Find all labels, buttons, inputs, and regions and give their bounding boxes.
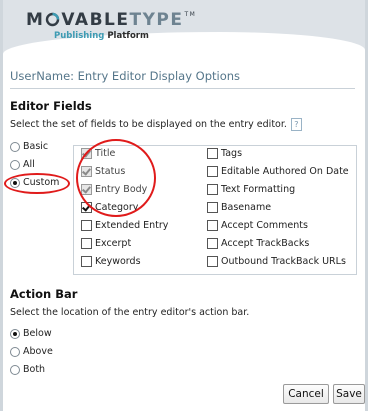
field-accept-comments-label: Accept Comments xyxy=(221,219,308,231)
help-icon[interactable]: ? xyxy=(290,118,302,131)
field-excerpt-label: Excerpt xyxy=(95,237,132,249)
field-extended-entry[interactable]: Extended Entry xyxy=(81,218,168,232)
action-bar-description: Select the location of the entry editor'… xyxy=(10,307,250,318)
app-header: M VABLE TYPE TM Publishing Platform xyxy=(3,0,365,60)
field-accept-trackbacks-label: Accept TrackBacks xyxy=(221,237,310,249)
radio-custom[interactable]: Custom xyxy=(10,176,59,189)
field-text-formatting-label: Text Formatting xyxy=(221,183,296,195)
field-extended-entry-checkbox[interactable] xyxy=(81,219,92,231)
field-editable-authored-on-date-label: Editable Authored On Date xyxy=(221,165,349,177)
radio-both-label: Both xyxy=(23,364,46,375)
field-category-label: Category xyxy=(95,201,139,213)
logo-subtitle: Publishing Platform xyxy=(54,31,196,41)
logo-subtitle-platform: Platform xyxy=(107,31,149,41)
editor-fields-description-text: Select the set of fields to be displayed… xyxy=(10,119,287,130)
radio-basic-indicator[interactable] xyxy=(10,141,20,152)
field-entry-body-label: Entry Body xyxy=(95,183,148,195)
editor-fields-heading: Editor Fields xyxy=(10,99,92,113)
field-editable-authored-on-date-checkbox[interactable] xyxy=(207,165,218,177)
movabletype-logo: M VABLE TYPE TM Publishing Platform xyxy=(26,11,196,41)
radio-custom-indicator[interactable] xyxy=(10,177,20,188)
radio-above-label: Above xyxy=(23,346,53,357)
field-title-checkbox xyxy=(81,147,92,159)
logo-swirl-icon xyxy=(45,12,60,27)
field-editable-authored-on-date[interactable]: Editable Authored On Date xyxy=(207,164,349,178)
field-category[interactable]: Category xyxy=(81,200,138,214)
field-text-formatting-checkbox[interactable] xyxy=(207,183,218,195)
field-category-checkbox[interactable] xyxy=(81,201,92,213)
field-tags-label: Tags xyxy=(221,147,243,159)
field-keywords-checkbox[interactable] xyxy=(81,255,92,267)
logo-word-type: TYPE xyxy=(129,10,184,30)
logo-subtitle-publishing: Publishing xyxy=(54,31,105,41)
field-accept-trackbacks[interactable]: Accept TrackBacks xyxy=(207,236,309,250)
radio-all-label: All xyxy=(23,159,35,170)
field-outbound-trackback-urls[interactable]: Outbound TrackBack URLs xyxy=(207,254,346,268)
radio-below[interactable]: Below xyxy=(10,327,52,340)
field-entry-body: Entry Body xyxy=(81,182,147,196)
field-basename[interactable]: Basename xyxy=(207,200,271,214)
radio-all[interactable]: All xyxy=(10,158,35,171)
page-title: UserName: Entry Editor Display Options xyxy=(10,69,355,89)
field-outbound-trackback-urls-checkbox[interactable] xyxy=(207,255,218,267)
radio-basic-label: Basic xyxy=(23,141,49,152)
field-excerpt-checkbox[interactable] xyxy=(81,237,92,249)
field-status-checkbox xyxy=(81,165,92,177)
field-tags-checkbox[interactable] xyxy=(207,147,218,159)
action-bar-heading: Action Bar xyxy=(10,287,78,301)
field-excerpt[interactable]: Excerpt xyxy=(81,236,131,250)
field-title-label: Title xyxy=(95,147,116,159)
cancel-button[interactable]: Cancel xyxy=(283,384,329,404)
field-status: Status xyxy=(81,164,125,178)
radio-both-indicator[interactable] xyxy=(10,364,20,375)
radio-basic[interactable]: Basic xyxy=(10,140,48,153)
radio-both[interactable]: Both xyxy=(10,363,45,376)
field-text-formatting[interactable]: Text Formatting xyxy=(207,182,295,196)
field-outbound-trackback-urls-label: Outbound TrackBack URLs xyxy=(221,255,346,267)
radio-all-indicator[interactable] xyxy=(10,159,20,170)
radio-custom-label: Custom xyxy=(23,177,60,188)
field-basename-checkbox[interactable] xyxy=(207,201,218,213)
field-status-label: Status xyxy=(95,165,126,177)
field-extended-entry-label: Extended Entry xyxy=(95,219,169,231)
logo-word-vable: VABLE xyxy=(61,10,130,30)
radio-below-indicator[interactable] xyxy=(10,328,20,339)
logo-trademark: TM xyxy=(184,11,197,18)
field-basename-label: Basename xyxy=(221,201,272,213)
field-accept-trackbacks-checkbox[interactable] xyxy=(207,237,218,249)
editor-fields-description: Select the set of fields to be displayed… xyxy=(10,118,302,131)
field-title: Title xyxy=(81,146,115,160)
field-tags[interactable]: Tags xyxy=(207,146,242,160)
radio-above-indicator[interactable] xyxy=(10,346,20,357)
field-accept-comments-checkbox[interactable] xyxy=(207,219,218,231)
window-frame-left xyxy=(0,0,3,411)
field-keywords-label: Keywords xyxy=(95,255,141,267)
radio-below-label: Below xyxy=(23,328,52,339)
radio-above[interactable]: Above xyxy=(10,345,53,358)
field-accept-comments[interactable]: Accept Comments xyxy=(207,218,308,232)
logo-letter-m: M xyxy=(26,10,45,30)
save-button[interactable]: Save xyxy=(333,384,365,404)
field-entry-body-checkbox xyxy=(81,183,92,195)
field-keywords[interactable]: Keywords xyxy=(81,254,141,268)
